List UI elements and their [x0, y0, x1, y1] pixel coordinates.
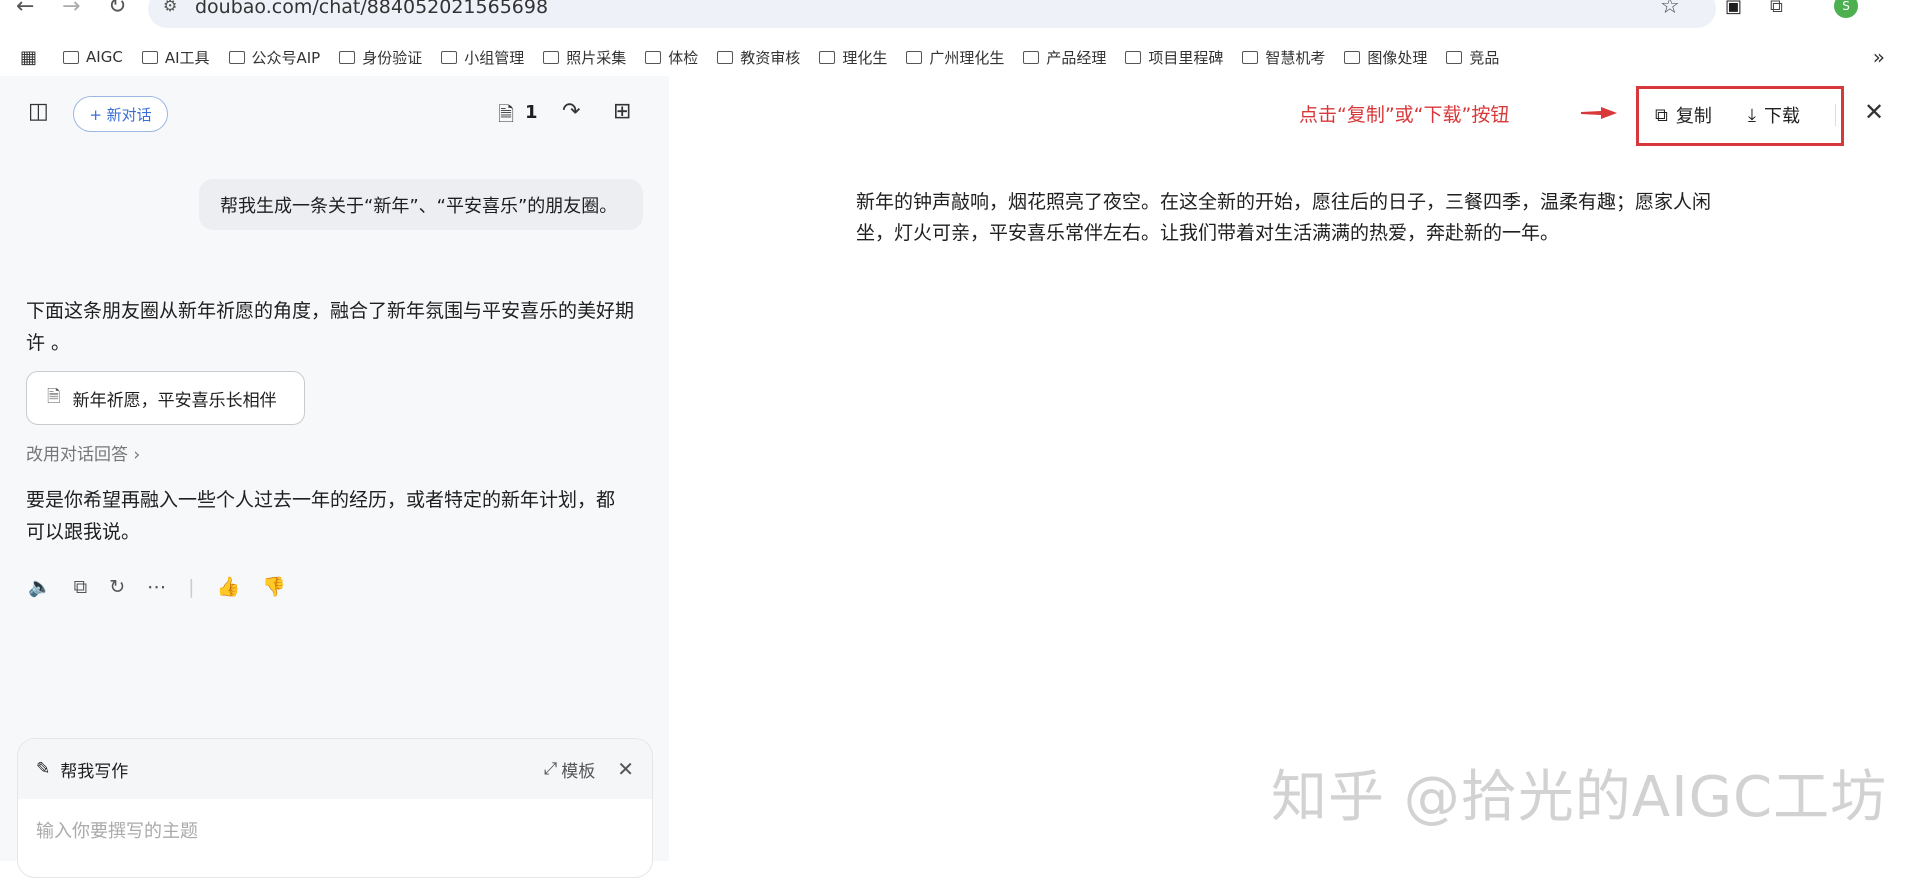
folder-icon [141, 50, 158, 64]
folder-icon [1023, 50, 1040, 64]
document-card-title: 新年祈愿，平安喜乐长相伴 [72, 390, 277, 411]
thumbs-up-icon[interactable]: 👍 [217, 575, 241, 598]
bookmark-label: 公众号AIP [251, 48, 321, 67]
sidebar-toggle-icon[interactable]: ◫ [28, 99, 49, 124]
expand-icon[interactable]: ⤢ [544, 759, 558, 779]
annotation-arrow-icon [1581, 107, 1617, 119]
bookmark-item[interactable]: 照片采集 [543, 47, 626, 68]
back-icon[interactable]: ← [16, 0, 34, 19]
folder-icon [717, 50, 734, 64]
bookmark-item[interactable]: 体检 [645, 47, 698, 68]
speaker-icon[interactable]: 🔈 [28, 575, 52, 598]
bookmark-label: 照片采集 [566, 48, 627, 67]
copy-button[interactable]: ⧉ 复制 [1655, 102, 1712, 128]
regenerate-icon[interactable]: ↻ [109, 576, 125, 598]
folder-icon [339, 50, 356, 64]
bookmark-label: 竞品 [1469, 48, 1500, 67]
copy-icon[interactable]: ⧉ [74, 576, 88, 598]
folder-icon [819, 50, 836, 64]
bookmark-item[interactable]: 智慧机考 [1242, 47, 1325, 68]
bookmarks-more-icon[interactable]: » [1873, 45, 1885, 69]
bookmark-item[interactable]: 身份验证 [339, 47, 422, 68]
bookmark-item[interactable]: 广州理化生 [906, 47, 1004, 68]
writing-title: 帮我写作 [60, 761, 129, 782]
folder-icon [543, 50, 560, 64]
bookmark-label: 身份验证 [362, 48, 423, 67]
bookmark-item[interactable]: 公众号AIP [228, 47, 321, 68]
bookmark-label: AIGC [86, 48, 123, 66]
apps-grid-icon[interactable]: ▦ [20, 47, 37, 68]
bookmark-item[interactable]: 项目里程碑 [1125, 47, 1223, 68]
close-icon[interactable]: ✕ [1864, 98, 1884, 126]
watermark: 知乎 @拾光的AIGC工坊 [1271, 765, 1888, 830]
site-info-icon[interactable]: ⚙ [163, 0, 177, 15]
bookmark-item[interactable]: 竞品 [1446, 47, 1499, 68]
bookmark-item[interactable]: 教资审核 [717, 47, 800, 68]
bookmark-label: 产品经理 [1046, 48, 1107, 67]
bookmark-label: 小组管理 [464, 48, 525, 67]
bookmark-item[interactable]: 小组管理 [441, 47, 524, 68]
puzzle-icon[interactable]: ⧉ [1770, 0, 1783, 17]
switch-to-chat-link[interactable]: 改用对话回答 › [26, 440, 140, 465]
bookmark-label: 图像处理 [1367, 48, 1428, 67]
profile-avatar[interactable]: S [1834, 0, 1858, 18]
bookmark-label: 体检 [668, 48, 699, 67]
bookmark-item[interactable]: 产品经理 [1023, 47, 1106, 68]
annotation-text: 点击“复制”或“下载”按钮 [1299, 104, 1510, 126]
bookmark-label: 项目里程碑 [1148, 48, 1224, 67]
divider: | [188, 575, 195, 598]
folder-icon [228, 50, 245, 64]
reload-icon[interactable]: ↻ [108, 0, 126, 19]
folder-icon [1446, 50, 1463, 64]
message-actions: 🔈 ⧉ ↻ ⋯ | 👍 👎 [28, 575, 286, 599]
more-icon[interactable]: ⋯ [147, 576, 166, 598]
extension-icon[interactable]: ▣ [1725, 0, 1742, 17]
magic-pen-icon: ✎ [36, 759, 51, 779]
writing-box: ✎ 帮我写作 ⤢ 模板 ✕ 输入你要撰写的主题 [17, 738, 653, 878]
thumbs-down-icon[interactable]: 👎 [262, 575, 286, 598]
bookmark-item[interactable]: AI工具 [141, 47, 210, 68]
download-icon: ⤓ [1748, 104, 1756, 126]
forward-icon[interactable]: → [62, 0, 80, 19]
document-icon: 🗎 [47, 386, 61, 407]
document-count: 1 [525, 102, 538, 123]
folder-icon [1125, 50, 1142, 64]
folder-icon [1344, 50, 1361, 64]
divider [1835, 104, 1836, 126]
assistant-reply-followup: 要是你希望再融入一些个人过去一年的经历，或者特定的新年计划，都可以跟我说。 [26, 489, 616, 543]
copy-icon: ⧉ [1655, 104, 1668, 126]
document-content: 新年的钟声敲响，烟花照亮了夜空。在这全新的开始，愿往后的日子，三餐四季，温柔有趣… [856, 191, 1712, 244]
download-button[interactable]: ⤓ 下载 [1748, 102, 1800, 128]
assistant-reply-intro: 下面这条朋友圈从新年祈愿的角度，融合了新年氛围与平安喜乐的美好期许 。 [26, 300, 635, 354]
bookmarks-bar: ▦ AIGC AI工具 公众号AIP 身份验证 小组管理 照片采集 体检 教资审核 理化生 广州理… [0, 40, 1907, 74]
document-card[interactable]: 🗎 新年祈愿，平安喜乐长相伴 [26, 371, 305, 425]
close-writing-icon[interactable]: ✕ [617, 757, 634, 781]
add-document-icon[interactable]: ⊞ [613, 99, 631, 124]
browser-toolbar: ← → ↻ ⚙ doubao.com/chat/884052021565698 … [0, 0, 1907, 34]
document-icon[interactable]: 🗎 [498, 100, 514, 134]
folder-icon [441, 50, 458, 64]
folder-icon [645, 50, 662, 64]
bookmark-label: AI工具 [164, 48, 210, 67]
bookmark-label: 智慧机考 [1265, 48, 1326, 67]
folder-icon [63, 50, 80, 64]
topic-input[interactable]: 输入你要撰写的主题 [18, 799, 652, 861]
bookmark-label: 理化生 [842, 48, 888, 67]
template-button[interactable]: 模板 [561, 757, 595, 782]
bookmark-label: 广州理化生 [929, 48, 1005, 67]
folder-icon [1242, 50, 1259, 64]
url-text[interactable]: doubao.com/chat/884052021565698 [195, 0, 548, 18]
bookmark-item[interactable]: 理化生 [819, 47, 887, 68]
user-message: 帮我生成一条关于“新年”、“平安喜乐”的朋友圈。 [199, 179, 643, 230]
folder-icon [906, 50, 923, 64]
bookmark-item[interactable]: 图像处理 [1344, 47, 1427, 68]
share-icon[interactable]: ↷ [562, 99, 580, 124]
star-icon[interactable]: ☆ [1660, 0, 1680, 19]
bookmark-item[interactable]: AIGC [63, 47, 123, 68]
new-chat-button[interactable]: + 新对话 [73, 96, 168, 132]
bookmark-label: 教资审核 [740, 48, 801, 67]
